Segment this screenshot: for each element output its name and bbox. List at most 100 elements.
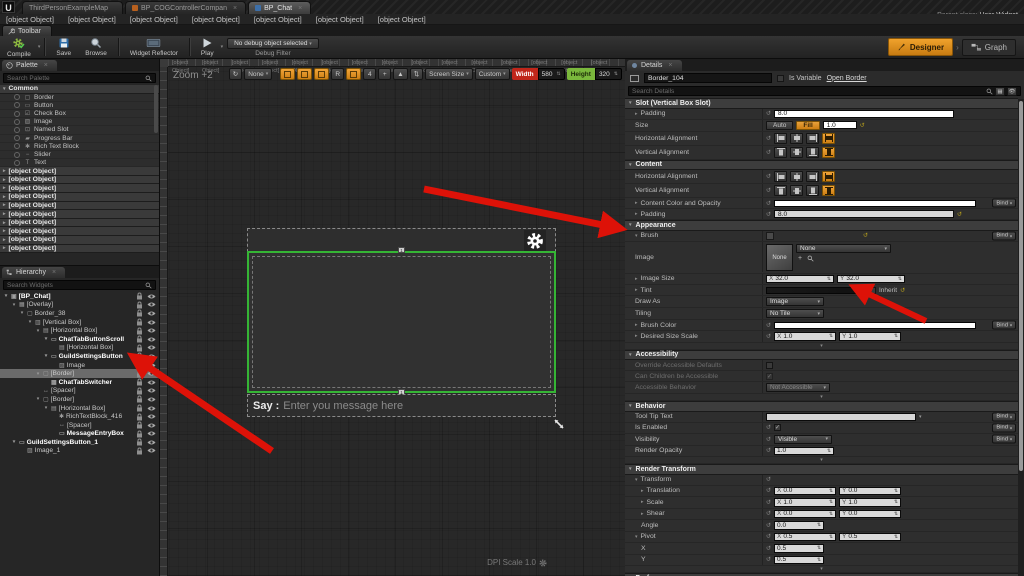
lock-icon[interactable] <box>136 344 143 352</box>
palette-section[interactable]: ▸ [object Object] <box>0 167 159 176</box>
hierarchy-row[interactable]: ▾ ▣ [BP_Chat] <box>0 292 159 301</box>
expander-icon[interactable]: ▾ <box>43 336 49 342</box>
hierarchy-search-input[interactable] <box>7 282 145 289</box>
palette-section[interactable]: ▸ [object Object] <box>0 210 159 219</box>
details-search-input[interactable] <box>632 88 986 95</box>
hierarchy-row[interactable]: ▾ ▤ [Horizontal Box] <box>0 326 159 335</box>
lock-icon[interactable] <box>136 335 143 343</box>
eye-icon[interactable] <box>147 379 156 386</box>
tooltip-field[interactable] <box>766 413 916 421</box>
section-render-transform[interactable]: ▾Render Transform <box>625 464 1018 475</box>
hierarchy-row[interactable]: ↔ [Spacer] <box>0 387 159 396</box>
play-button[interactable]: Play <box>194 36 221 58</box>
palette-section[interactable]: ▸ [object Object] <box>0 236 159 245</box>
compile-button[interactable]: Compile <box>0 36 38 58</box>
toolbar-tab[interactable]: Toolbar <box>2 25 52 36</box>
translation-x-field[interactable]: X0.0⇅ <box>774 487 836 496</box>
size-value-field[interactable]: 1.0 <box>823 121 857 129</box>
lock-icon[interactable] <box>136 301 143 309</box>
bind-button[interactable]: Bind▾ <box>992 199 1016 208</box>
palette-search-input[interactable] <box>7 75 145 82</box>
image-size-y-field[interactable]: Y32.0⇅ <box>837 275 905 284</box>
halign-right-button[interactable] <box>806 133 819 144</box>
palette-item[interactable]: ▰ Progress Bar <box>0 135 159 143</box>
tab-close-icon[interactable]: × <box>233 5 237 12</box>
width-input[interactable]: 580⇅ <box>538 68 565 80</box>
expander-icon[interactable]: ▾ <box>3 293 9 299</box>
valign-bottom-button[interactable] <box>806 147 819 158</box>
height-input[interactable]: 320⇅ <box>595 68 622 80</box>
dpi-gear-icon[interactable] <box>539 559 547 567</box>
render-opacity-field[interactable]: 1.0⇅ <box>774 447 834 456</box>
browse-button[interactable]: Browse <box>78 36 114 58</box>
graph-mode-button[interactable]: Graph <box>962 39 1016 56</box>
hierarchy-row[interactable]: ▾ ▤ [Horizontal Box] <box>0 404 159 413</box>
hierarchy-row[interactable]: ▾ ▭ GuildSettingsButton <box>0 352 159 361</box>
expander-icon[interactable]: ▾ <box>11 439 17 445</box>
halign-fill-button[interactable] <box>822 133 835 144</box>
palette-section[interactable]: ▸ [object Object] <box>0 176 159 185</box>
widget-name-input[interactable] <box>644 73 772 83</box>
expander-icon[interactable]: ▾ <box>19 310 25 316</box>
palette-section[interactable]: ▸ [object Object] <box>0 202 159 211</box>
lock-icon[interactable] <box>136 395 143 403</box>
hierarchy-row[interactable]: ▾ ▥ [Vertical Box] <box>0 318 159 327</box>
compile-dropdown-caret[interactable]: ▾ <box>38 44 41 50</box>
eye-icon[interactable] <box>147 439 156 446</box>
eye-icon[interactable] <box>147 344 156 351</box>
scale-x-field[interactable]: X1.0⇅ <box>774 498 836 507</box>
eye-icon[interactable] <box>147 370 156 377</box>
expander-icon[interactable]: ▾ <box>43 353 49 359</box>
shear-y-field[interactable]: Y0.0⇅ <box>839 510 901 519</box>
lock-icon[interactable] <box>136 292 143 300</box>
bind-button[interactable]: Bind▾ <box>992 231 1016 240</box>
valign-fill-button[interactable] <box>822 147 835 158</box>
hierarchy-row[interactable]: ▾ ▢ [Border] <box>0 395 159 404</box>
content-valign-fill-button[interactable] <box>822 185 835 196</box>
lock-icon[interactable] <box>136 352 143 360</box>
content-padding-field[interactable]: 8.0 <box>774 210 954 218</box>
content-valign-top-button[interactable] <box>774 185 787 196</box>
expand-more-chevron[interactable]: ▾ <box>625 394 1018 401</box>
hierarchy-row[interactable]: ↔ [Spacer] <box>0 421 159 430</box>
lock-icon[interactable] <box>136 309 143 317</box>
valign-top-button[interactable] <box>774 147 787 158</box>
bind-button[interactable]: Bind▾ <box>992 423 1016 432</box>
lock-icon[interactable] <box>136 438 143 446</box>
menu-item[interactable]: [object Object] <box>254 15 302 24</box>
lock-toggle-button[interactable] <box>297 68 312 80</box>
desired-y-field[interactable]: Y1.0⇅ <box>839 332 901 341</box>
eye-icon[interactable] <box>147 422 156 429</box>
content-halign-fill-button[interactable] <box>822 171 835 182</box>
designer-mode-button[interactable]: Designer <box>888 38 953 56</box>
expander-icon[interactable]: ▾ <box>35 371 41 377</box>
palette-item[interactable]: ✱ Rich Text Block <box>0 143 159 151</box>
eye-icon[interactable] <box>147 353 156 360</box>
screen-size-dropdown[interactable]: Screen Size▾ <box>425 68 473 80</box>
palette-section[interactable]: ▸ [object Object] <box>0 193 159 202</box>
image-asset-dropdown[interactable]: None▾ <box>796 244 891 253</box>
eye-icon[interactable] <box>147 310 156 317</box>
palette-item[interactable]: ☑ Check Box <box>0 110 159 118</box>
inherit-checkbox[interactable] <box>869 287 876 294</box>
expand-more-chevron[interactable]: ▾ <box>625 457 1018 464</box>
image-size-x-field[interactable]: X32.0⇅ <box>766 275 834 284</box>
tab-close-icon[interactable]: × <box>44 62 48 69</box>
preview-background-button[interactable]: ▲ <box>393 68 407 80</box>
details-tab[interactable]: Details × <box>627 60 682 71</box>
eye-icon[interactable] <box>147 405 156 412</box>
content-halign-center-button[interactable] <box>790 171 803 182</box>
lock-icon[interactable] <box>136 378 143 386</box>
play-dropdown-caret[interactable]: ▾ <box>221 44 224 50</box>
lock-icon[interactable] <box>136 404 143 412</box>
message-entry-preview[interactable]: Say : Enter you message here <box>247 394 556 417</box>
debug-object-select[interactable]: No debug object selected ▾ <box>227 38 319 49</box>
hierarchy-row[interactable]: ▾ ▦ [Overlay] <box>0 301 159 310</box>
bind-button[interactable]: Bind▾ <box>992 321 1016 330</box>
hierarchy-row[interactable]: ▾ ▭ GuildSettingsButton_1 <box>0 438 159 447</box>
hierarchy-row[interactable]: ▾ ▢ Border_38 <box>0 309 159 318</box>
paint-toggle-button[interactable] <box>280 68 295 80</box>
property-matrix-icon[interactable]: ▦ <box>995 87 1005 96</box>
size-auto-button[interactable]: Auto <box>766 121 793 130</box>
palette-section[interactable]: ▸ [object Object] <box>0 219 159 228</box>
